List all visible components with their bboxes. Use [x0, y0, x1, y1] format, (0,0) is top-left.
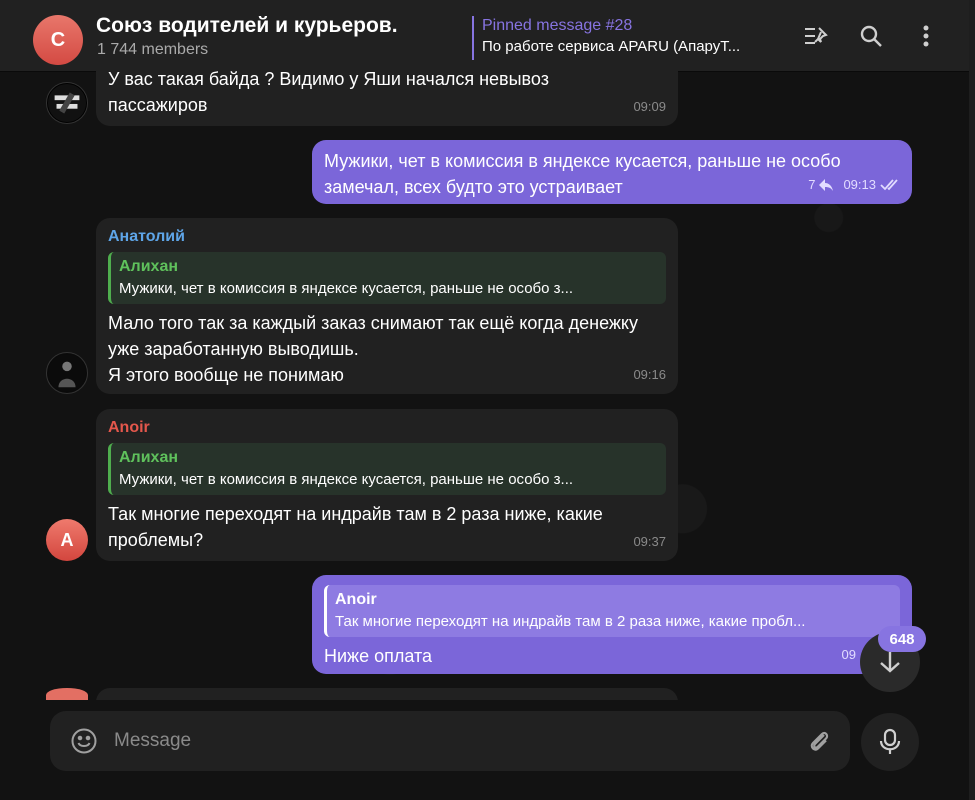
message-sender[interactable]: Анатолий [108, 226, 666, 248]
message-bubble[interactable]: Anoir Алихан Мужики, чет в комиссия в ян… [96, 409, 678, 561]
message-bubble[interactable]: У вас такая байда ? Видимо у Яши начался… [96, 60, 678, 126]
message-bubble-outgoing[interactable]: Anoir Так многие переходят на индрайв та… [312, 575, 912, 674]
reply-text: Мужики, чет в комиссия в яндексе кусаетс… [119, 280, 574, 297]
chat-members-count: 1 744 members [97, 41, 209, 58]
reply-author: Anoir [335, 591, 377, 608]
message-time: 09 [841, 647, 856, 662]
message-text: Мало того так за каждый заказ снимают та… [108, 313, 638, 385]
message-text: У вас такая байда ? Видимо у Яши начался… [108, 69, 549, 115]
unread-count-badge[interactable]: 648 [878, 626, 926, 652]
message-time: 09:16 [633, 367, 666, 382]
chat-title[interactable]: Союз водителей и курьеров. [96, 14, 398, 38]
reply-arrow-icon [819, 179, 834, 191]
reply-author: Алихан [119, 449, 179, 466]
read-checkmarks-icon [880, 179, 898, 191]
reply-author: Алихан [119, 258, 179, 275]
message-text: Так многие переходят на индрайв там в 2 … [108, 504, 603, 550]
message-bubble-outgoing[interactable]: Мужики, чет в комиссия в яндексе кусаетс… [312, 140, 912, 204]
message-time: 09:09 [633, 99, 666, 114]
reply-preview[interactable]: Anoir Так многие переходят на индрайв та… [324, 585, 900, 637]
message-input[interactable] [114, 725, 754, 757]
microphone-icon [879, 728, 901, 754]
reply-preview[interactable]: Алихан Мужики, чет в комиссия в яндексе … [108, 252, 666, 304]
replies-count: 7 [808, 177, 816, 192]
user-avatar[interactable] [46, 82, 88, 124]
pinned-message-title: Pinned message #28 [482, 17, 633, 34]
message-time: 09:13 [843, 177, 876, 192]
search-icon[interactable] [857, 22, 885, 50]
arrow-down-icon [880, 652, 900, 673]
message-sender[interactable]: Anoir [108, 417, 666, 439]
message-text: Ниже оплата [324, 646, 433, 666]
reply-text: Так многие переходят на индрайв там в 2 … [335, 613, 806, 630]
emoji-icon[interactable] [70, 727, 98, 755]
user-avatar[interactable]: A [46, 519, 88, 561]
pinned-list-icon[interactable] [802, 22, 830, 50]
pinned-message-text: По работе сервиса APARU (АпаруТ... [482, 38, 741, 55]
message-meta: 7 09:13 [808, 172, 902, 198]
more-menu-icon[interactable] [912, 22, 940, 50]
message-composer[interactable] [50, 711, 850, 771]
attach-icon[interactable] [805, 727, 833, 755]
window-edge [969, 0, 975, 800]
pinned-message[interactable]: Pinned message #28 По работе сервиса APA… [472, 16, 792, 60]
chat-avatar[interactable]: С [33, 15, 83, 65]
message-bubble[interactable]: Анатолий Алихан Мужики, чет в комиссия в… [96, 218, 678, 394]
user-avatar[interactable] [46, 352, 88, 394]
message-text: Мужики, чет в комиссия в яндексе кусаетс… [324, 151, 841, 197]
message-time: 09:37 [633, 534, 666, 549]
telegram-window: С Союз водителей и курьеров. 1 744 membe… [0, 0, 975, 800]
reply-preview[interactable]: Алихан Мужики, чет в комиссия в яндексе … [108, 443, 666, 495]
voice-message-button[interactable] [861, 713, 919, 771]
reply-text: Мужики, чет в комиссия в яндексе кусаетс… [119, 471, 574, 488]
